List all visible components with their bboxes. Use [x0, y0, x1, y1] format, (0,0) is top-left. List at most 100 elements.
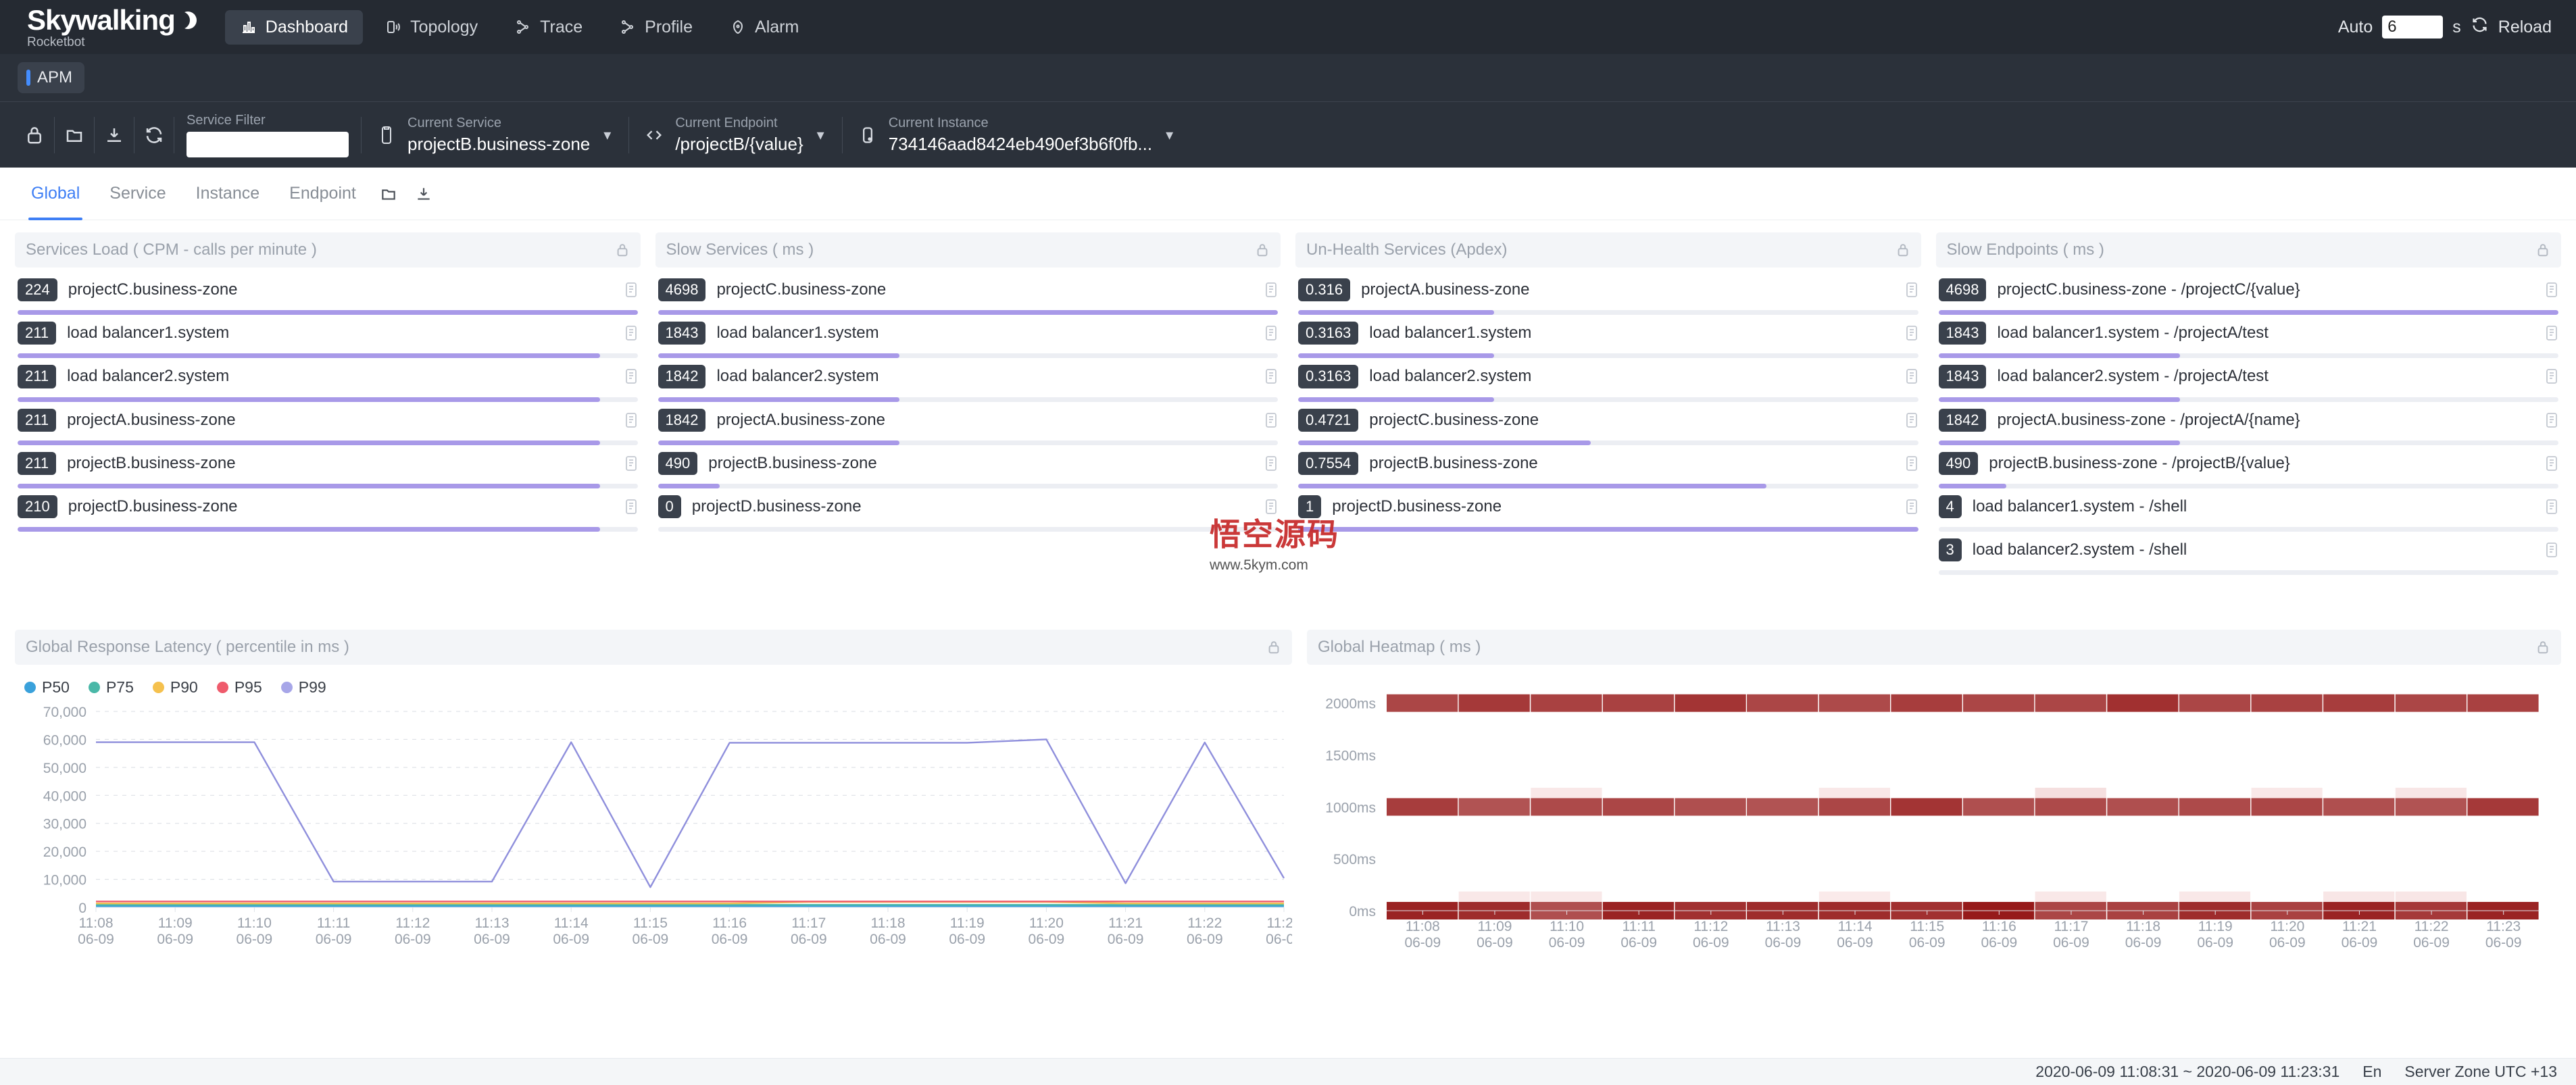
- clipboard-icon[interactable]: [2538, 455, 2558, 472]
- lock-icon[interactable]: [15, 102, 54, 168]
- subtab-service[interactable]: Service: [95, 168, 180, 220]
- nav-item-dashboard[interactable]: Dashboard: [224, 9, 364, 45]
- reload-label[interactable]: Reload: [2498, 18, 2552, 37]
- clipboard-icon[interactable]: [1898, 411, 1918, 429]
- list-item[interactable]: 1843 load balancer2.system - /projectA/te…: [1936, 358, 2562, 402]
- download-icon[interactable]: [406, 185, 441, 203]
- current-service-selector[interactable]: Current Service projectB.business-zone ▾: [362, 115, 628, 155]
- clipboard-icon[interactable]: [618, 498, 638, 515]
- list-item[interactable]: 1843 load balancer1.system - /projectA/te…: [1936, 315, 2562, 359]
- svg-text:500ms: 500ms: [1333, 852, 1376, 867]
- progress-track: [18, 483, 638, 488]
- time-range-label[interactable]: 2020-06-09 11:08:31 ~ 2020-06-09 11:23:3…: [2035, 1063, 2339, 1081]
- subtab-endpoint[interactable]: Endpoint: [274, 168, 371, 220]
- clipboard-icon[interactable]: [2538, 541, 2558, 559]
- heatmap-chart[interactable]: 0ms 500ms 1000ms 1500ms 2000ms 11:08 06-09 11:0…: [1307, 665, 2561, 959]
- list-item[interactable]: 0 projectD.business-zone: [655, 488, 1281, 532]
- folder-icon[interactable]: [371, 185, 406, 203]
- list-item[interactable]: 0.316 projectA.business-zone: [1295, 272, 1921, 316]
- lock-icon[interactable]: [1255, 242, 1270, 258]
- list-item[interactable]: 0.3163 load balancer2.system: [1295, 358, 1921, 402]
- list-item[interactable]: 210 projectD.business-zone: [15, 488, 641, 532]
- clipboard-icon[interactable]: [2538, 281, 2558, 299]
- list-item[interactable]: 490 projectB.business-zone - /projectB/{v…: [1936, 445, 2562, 488]
- list-item[interactable]: 4698 projectC.business-zone - /projectC/{…: [1936, 272, 2562, 316]
- service-filter-input[interactable]: [187, 132, 349, 157]
- lock-icon[interactable]: [2535, 242, 2550, 258]
- list-item[interactable]: 1842 load balancer2.system: [655, 358, 1281, 402]
- current-endpoint-field: Current Endpoint /projectB/{value}: [675, 115, 803, 155]
- list-item[interactable]: 1843 load balancer1.system: [655, 315, 1281, 359]
- nav-item-label: Dashboard: [265, 17, 349, 36]
- clipboard-icon[interactable]: [1898, 368, 1918, 385]
- refresh-icon[interactable]: [134, 102, 174, 168]
- tab-apm[interactable]: APM: [18, 62, 85, 93]
- nav-item-alarm[interactable]: Alarm: [714, 10, 814, 45]
- brand-logo[interactable]: Skywalking Rocketbot: [27, 5, 193, 49]
- clipboard-icon[interactable]: [2538, 368, 2558, 385]
- clipboard-icon[interactable]: [1258, 411, 1278, 429]
- clipboard-icon[interactable]: [2538, 411, 2558, 429]
- metric-value: 224: [18, 278, 57, 302]
- clipboard-icon[interactable]: [618, 368, 638, 385]
- list-item[interactable]: 1842 projectA.business-zone: [655, 402, 1281, 445]
- line-chart[interactable]: 0 10,000 20,000 30,000 40,000 50,000 60,000 70,…: [15, 702, 1292, 952]
- current-instance-selector[interactable]: Current Instance 734146aad8424eb490ef3b6…: [843, 115, 1191, 155]
- list-item[interactable]: 1 projectD.business-zone: [1295, 488, 1921, 532]
- list-item[interactable]: 3 load balancer2.system - /shell: [1936, 532, 2562, 576]
- list-item[interactable]: 224 projectC.business-zone: [15, 272, 641, 316]
- clipboard-icon[interactable]: [1258, 368, 1278, 385]
- nav-item-topology[interactable]: Topology: [370, 10, 493, 45]
- clipboard-icon[interactable]: [1898, 498, 1918, 515]
- nav-item-trace[interactable]: Trace: [499, 10, 597, 45]
- legend-swatch: [88, 682, 100, 693]
- language-label[interactable]: En: [2362, 1063, 2381, 1081]
- chevron-down-icon[interactable]: ▾: [599, 126, 615, 144]
- list-item[interactable]: 211 load balancer1.system: [15, 315, 641, 359]
- clipboard-icon[interactable]: [618, 281, 638, 299]
- current-endpoint-selector[interactable]: Current Endpoint /projectB/{value} ▾: [629, 115, 841, 155]
- legend-item-p50[interactable]: P50: [24, 678, 70, 697]
- list-item[interactable]: 4 load balancer1.system - /shell: [1936, 488, 2562, 532]
- list-item[interactable]: 0.4721 projectC.business-zone: [1295, 402, 1921, 445]
- download-icon[interactable]: [95, 102, 134, 168]
- clipboard-icon[interactable]: [1258, 498, 1278, 515]
- clipboard-icon[interactable]: [618, 411, 638, 429]
- svg-text:11:12: 11:12: [1693, 919, 1728, 934]
- clipboard-icon[interactable]: [1258, 455, 1278, 472]
- chevron-down-icon[interactable]: ▾: [1162, 126, 1177, 144]
- lock-icon[interactable]: [1266, 639, 1281, 655]
- list-item[interactable]: 4698 projectC.business-zone: [655, 272, 1281, 316]
- clipboard-icon[interactable]: [1898, 324, 1918, 342]
- list-item[interactable]: 0.7554 projectB.business-zone: [1295, 445, 1921, 488]
- list-item[interactable]: 211 projectB.business-zone: [15, 445, 641, 488]
- legend-item-p99[interactable]: P99: [280, 678, 326, 697]
- clipboard-icon[interactable]: [1898, 455, 1918, 472]
- list-item[interactable]: 490 projectB.business-zone: [655, 445, 1281, 488]
- legend-item-p95[interactable]: P95: [216, 678, 262, 697]
- subtab-global[interactable]: Global: [16, 168, 95, 220]
- legend-item-p90[interactable]: P90: [152, 678, 198, 697]
- list-item[interactable]: 1842 projectA.business-zone - /projectA/{…: [1936, 402, 2562, 445]
- clipboard-icon[interactable]: [618, 324, 638, 342]
- clipboard-icon[interactable]: [618, 455, 638, 472]
- lock-icon[interactable]: [615, 242, 630, 258]
- clipboard-icon[interactable]: [2538, 324, 2558, 342]
- nav-item-profile[interactable]: Profile: [604, 10, 708, 45]
- lock-icon[interactable]: [1896, 242, 1910, 258]
- legend-item-p75[interactable]: P75: [88, 678, 134, 697]
- refresh-icon[interactable]: [2471, 16, 2489, 39]
- list-item[interactable]: 211 projectA.business-zone: [15, 402, 641, 445]
- list-item[interactable]: 0.3163 load balancer1.system: [1295, 315, 1921, 359]
- subtab-instance[interactable]: Instance: [181, 168, 275, 220]
- list-item[interactable]: 211 load balancer2.system: [15, 358, 641, 402]
- subtab-label: Instance: [195, 184, 260, 203]
- clipboard-icon[interactable]: [2538, 498, 2558, 515]
- clipboard-icon[interactable]: [1258, 281, 1278, 299]
- folder-icon[interactable]: [55, 102, 94, 168]
- clipboard-icon[interactable]: [1898, 281, 1918, 299]
- chevron-down-icon[interactable]: ▾: [813, 126, 828, 144]
- auto-refresh-interval-input[interactable]: [2382, 16, 2444, 39]
- clipboard-icon[interactable]: [1258, 324, 1278, 342]
- lock-icon[interactable]: [2535, 639, 2550, 655]
